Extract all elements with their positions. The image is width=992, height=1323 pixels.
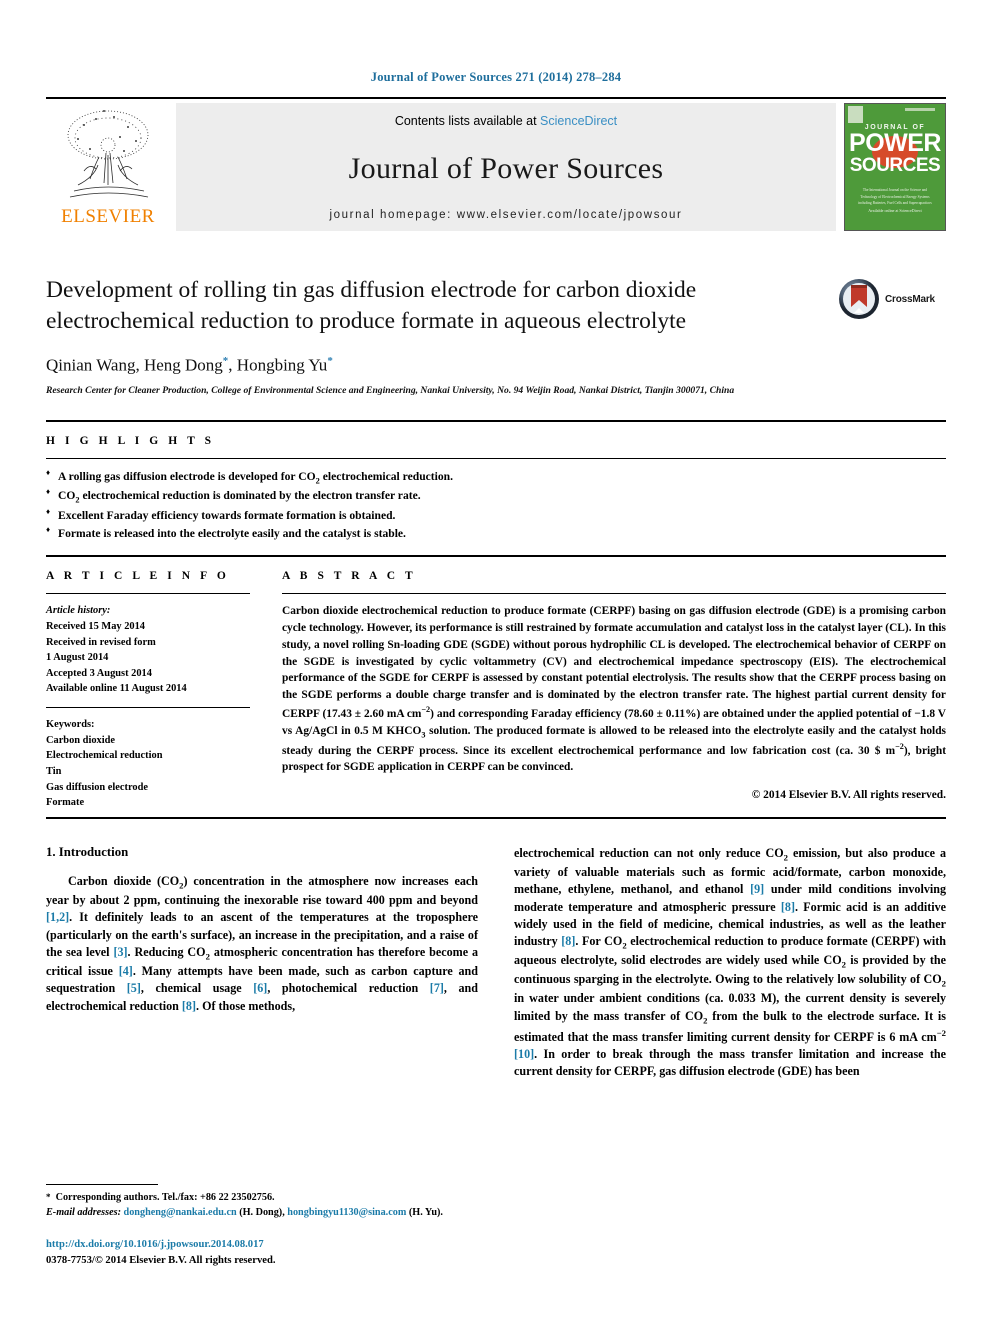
keyword-item: Tin <box>46 765 62 777</box>
section-title-introduction: 1. Introduction <box>46 844 129 859</box>
elsevier-logo: ELSEVIER <box>46 103 170 231</box>
journal-title: Journal of Power Sources <box>348 151 664 185</box>
cover-power-word: POWER <box>849 129 941 157</box>
keyword-item: Formate <box>46 797 85 809</box>
abstract-copyright: © 2014 Elsevier B.V. All rights reserved… <box>751 789 946 802</box>
history-line: Accepted 3 August 2014 <box>46 667 152 679</box>
crossmark-badge[interactable]: CrossMark <box>838 277 946 321</box>
contents-prefix: Contents lists available at <box>394 114 541 128</box>
cover-footer-text: Available online at ScienceDirect <box>868 208 922 214</box>
list-item: Formate is released into the electrolyte… <box>46 524 946 543</box>
article-info-heading: A R T I C L E I N F O <box>46 570 230 583</box>
history-line: 1 August 2014 <box>46 652 109 664</box>
cover-sources-word: SOURCES <box>849 154 941 176</box>
article-info-column: A R T I C L E I N F O Article history: R… <box>46 557 282 810</box>
abstract-column: A B S T R A C T Carbon dioxide electroch… <box>282 557 946 810</box>
crossmark-icon <box>839 279 879 319</box>
body-right-column: electrochemical reduction can not only r… <box>514 845 946 1081</box>
journal-cover-thumbnail: JOURNAL OF POWER SOURCES The Internation… <box>844 103 946 231</box>
body-columns: 1. Introduction Carbon dioxide (CO2) con… <box>46 845 946 1081</box>
list-item: CO2 electrochemical reduction is dominat… <box>46 486 946 507</box>
highlights-section: H I G H L I G H T S A rolling gas diffus… <box>46 422 946 556</box>
history-line: Available online 11 August 2014 <box>46 683 187 695</box>
running-head: Journal of Power Sources 271 (2014) 278–… <box>370 70 622 84</box>
keyword-item: Carbon dioxide <box>46 734 115 746</box>
body-left-column: 1. Introduction Carbon dioxide (CO2) con… <box>46 845 478 1081</box>
keyword-item: Electrochemical reduction <box>46 750 163 762</box>
highlights-list: A rolling gas diffusion electrode is dev… <box>46 459 946 556</box>
affiliation: Research Center for Cleaner Production, … <box>46 385 735 397</box>
intro-paragraph-right: electrochemical reduction can not only r… <box>514 845 947 1079</box>
abstract-text: Carbon dioxide electrochemical reduction… <box>282 605 946 774</box>
elsevier-wordmark: ELSEVIER <box>61 206 155 227</box>
email-addresses-note: E-mail addresses: dongheng@nankai.edu.cn… <box>46 1206 443 1218</box>
article-page: Journal of Power Sources 271 (2014) 278–… <box>0 0 992 1323</box>
corresponding-author-note: * Corresponding authors. Tel./fax: +86 2… <box>46 1191 275 1203</box>
keywords-label: Keywords: <box>46 719 95 731</box>
list-item: Excellent Faraday efficiency towards for… <box>46 506 946 525</box>
masthead: ELSEVIER Contents lists available at Sci… <box>46 97 946 231</box>
issn-copyright-line: 0378-7753/© 2014 Elsevier B.V. All right… <box>46 1255 276 1267</box>
article-history: Article history: Received 15 May 2014 Re… <box>46 594 250 697</box>
contents-available-line: Contents lists available at ScienceDirec… <box>395 114 617 128</box>
footnote-block: * Corresponding authors. Tel./fax: +86 2… <box>46 1183 464 1269</box>
divider-below-abstract <box>46 816 946 819</box>
page-title: Development of rolling tin gas diffusion… <box>46 277 697 335</box>
crossmark-label: CrossMark <box>885 293 935 305</box>
list-item: A rolling gas diffusion electrode is dev… <box>46 467 946 488</box>
abstract-heading: A B S T R A C T <box>282 570 417 583</box>
masthead-band: Contents lists available at ScienceDirec… <box>176 103 836 231</box>
doi-block: http://dx.doi.org/10.1016/j.jpowsour.201… <box>46 1237 464 1269</box>
title-block: Development of rolling tin gas diffusion… <box>46 275 946 398</box>
cover-blurb: The International Journal on the Science… <box>858 187 932 206</box>
highlights-heading: H I G H L I G H T S <box>46 434 215 447</box>
sciencedirect-link[interactable]: ScienceDirect <box>540 114 617 128</box>
info-abstract-section: A R T I C L E I N F O Article history: R… <box>46 557 946 816</box>
intro-paragraph-left: Carbon dioxide (CO2) concentration in th… <box>46 873 479 1013</box>
article-history-label: Article history: <box>46 605 111 617</box>
keyword-item: Gas diffusion electrode <box>46 781 148 793</box>
doi-link[interactable]: http://dx.doi.org/10.1016/j.jpowsour.201… <box>46 1237 464 1253</box>
elsevier-tree-icon <box>67 110 149 198</box>
journal-homepage-link[interactable]: journal homepage: www.elsevier.com/locat… <box>330 209 683 221</box>
history-line: Received in revised form <box>46 636 156 648</box>
keywords-block: Keywords: Carbon dioxide Electrochemical… <box>46 708 250 811</box>
footnote-rule <box>46 1183 158 1185</box>
author-list: Qinian Wang, Heng Dong*, Hongbing Yu* <box>46 354 333 375</box>
history-line: Received 15 May 2014 <box>46 621 145 633</box>
